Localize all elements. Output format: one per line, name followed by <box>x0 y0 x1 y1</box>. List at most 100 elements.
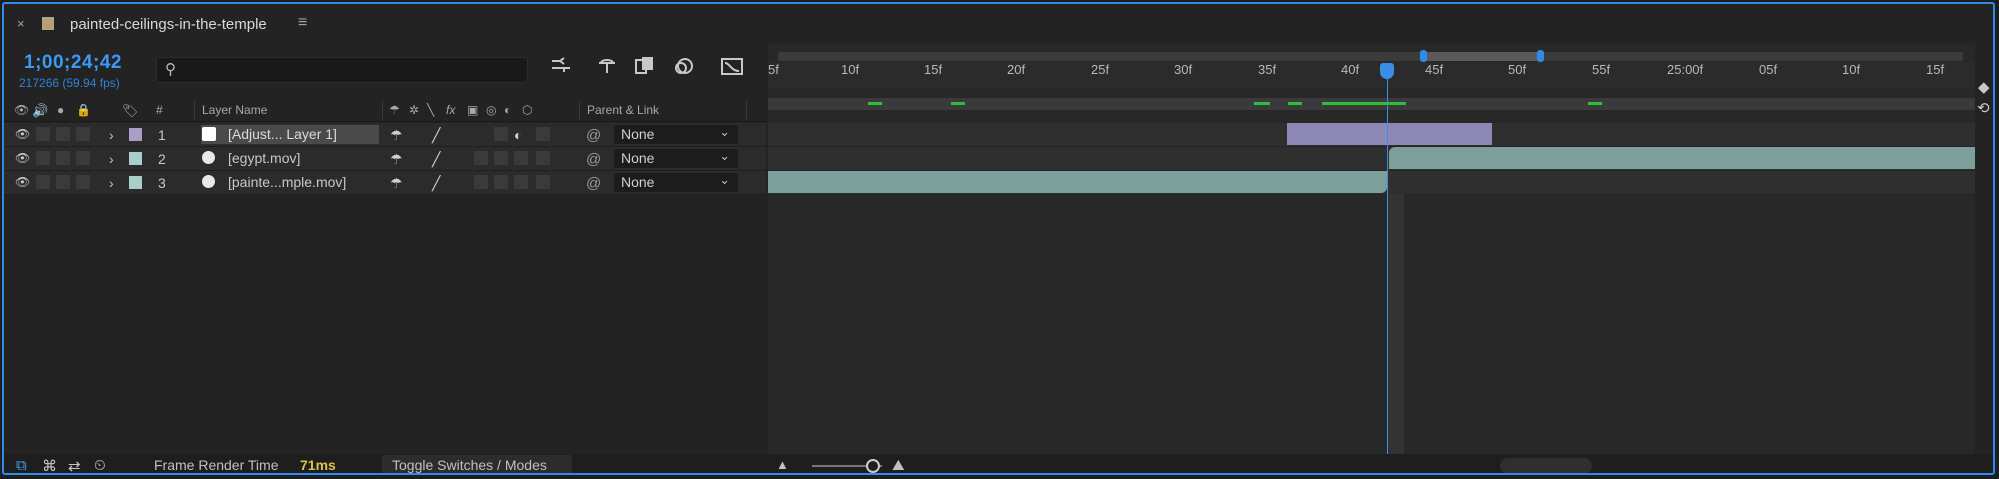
lock-switch[interactable] <box>76 175 90 189</box>
expand-chevron-icon[interactable]: › <box>109 151 114 167</box>
transfer-controls-toggle-icon[interactable]: ⌘ <box>42 457 57 473</box>
work-area-end-icon[interactable]: ⟲ <box>1977 99 1990 117</box>
frame-blend-switch[interactable] <box>494 151 508 165</box>
effects-switch-column-icon[interactable]: fx <box>446 103 455 117</box>
frame-blend-switch[interactable] <box>494 127 508 141</box>
layer-duration-bar[interactable] <box>1287 123 1492 145</box>
panel-menu-icon[interactable]: ≡ <box>298 14 307 32</box>
parent-pickwhip-icon[interactable]: @ <box>586 175 601 192</box>
3d-switch[interactable] <box>536 151 550 165</box>
adjustment-switch-icon[interactable]: ◐ <box>514 127 522 143</box>
timeline-track-row[interactable] <box>768 171 1975 195</box>
layer-switches-toggle-icon[interactable]: ⧉ <box>16 457 27 473</box>
label-color-swatch[interactable] <box>129 152 142 165</box>
shy-switch-icon[interactable]: ☂ <box>390 175 403 192</box>
parent-pickwhip-icon[interactable]: @ <box>586 127 601 144</box>
shy-switch-icon[interactable]: ☂ <box>390 151 403 168</box>
motion-blur-switch[interactable] <box>514 151 528 165</box>
composition-tab-title[interactable]: painted-ceilings-in-the-temple <box>70 16 267 33</box>
adjustment-layer-column-icon[interactable]: ◐ <box>504 103 511 117</box>
solo-switch[interactable] <box>56 175 70 189</box>
in-out-toggle-icon[interactable]: ⇄ <box>68 457 81 473</box>
time-ruler[interactable]: 5f 10f 15f 20f 25f 30f 35f 40f 45f 50f 5… <box>768 62 1975 88</box>
visibility-eye-icon[interactable]: 👁 <box>15 175 30 189</box>
visibility-column-icon[interactable]: 👁 <box>14 103 29 117</box>
layer-duration-bar[interactable] <box>768 171 1387 193</box>
draft-3d-icon[interactable] <box>596 56 618 81</box>
effects-switch[interactable] <box>474 151 488 165</box>
quality-switch-column-icon[interactable]: ╲ <box>427 103 434 117</box>
parent-link-column[interactable]: Parent & Link <box>587 103 659 117</box>
shy-switch-icon[interactable]: ☂ <box>390 127 403 144</box>
label-column-icon[interactable]: 🏷 <box>122 103 139 119</box>
motion-blur-switch[interactable] <box>514 175 528 189</box>
audio-switch[interactable] <box>36 151 50 165</box>
timeline-track-row[interactable] <box>768 123 1975 147</box>
zoom-slider-handle[interactable] <box>866 459 880 473</box>
quality-switch-icon[interactable]: ╱ <box>432 127 440 144</box>
audio-switch[interactable] <box>36 175 50 189</box>
layer-row[interactable]: 👁 › 1 [Adjust... Layer 1] ☂ ╱ ◐ @ None ⌄ <box>4 123 766 147</box>
parent-pickwhip-icon[interactable]: @ <box>586 151 601 168</box>
audio-column-icon[interactable]: 🔊 <box>32 103 48 119</box>
solo-switch[interactable] <box>56 151 70 165</box>
collapse-switch-column-icon[interactable]: ✲ <box>409 103 419 117</box>
frame-blend-column-icon[interactable]: ▣ <box>467 103 478 117</box>
current-time-display[interactable]: 1;00;24;42 <box>24 52 122 74</box>
effects-switch[interactable] <box>474 175 488 189</box>
motion-blur-column-icon[interactable]: ◎ <box>486 103 496 117</box>
current-time-indicator-head[interactable] <box>1380 63 1394 79</box>
composition-swatch-icon <box>42 17 54 30</box>
parent-select[interactable]: None ⌄ <box>614 124 738 144</box>
timeline-track-row[interactable] <box>768 147 1975 171</box>
audio-switch[interactable] <box>36 127 50 141</box>
visibility-eye-icon[interactable]: 👁 <box>15 151 30 165</box>
timeline-graph-area[interactable]: 5f 10f 15f 20f 25f 30f 35f 40f 45f 50f 5… <box>768 44 1975 456</box>
composition-flowchart-icon[interactable] <box>550 56 572 79</box>
time-navigator-end-handle[interactable] <box>1537 50 1544 62</box>
label-color-swatch[interactable] <box>129 176 142 189</box>
zoom-in-icon[interactable]: ⛰ <box>892 457 905 473</box>
3d-layer-column-icon[interactable]: ⬡ <box>522 103 532 117</box>
frame-blending-icon[interactable] <box>634 56 656 81</box>
layer-name[interactable]: [egypt.mov] <box>201 149 379 168</box>
layer-row[interactable]: 👁 › 3 [painte...mple.mov] ☂ ╱ @ None ⌄ <box>4 171 766 195</box>
toggle-switches-modes-button[interactable]: Toggle Switches / Modes <box>382 455 572 473</box>
3d-switch[interactable] <box>536 175 550 189</box>
lock-column-icon[interactable]: 🔒 <box>76 103 91 117</box>
shy-switch-column-icon[interactable]: ☂ <box>389 103 400 117</box>
solo-switch[interactable] <box>56 127 70 141</box>
current-time-indicator-line[interactable] <box>1387 64 1388 456</box>
graph-editor-icon[interactable] <box>720 56 744 81</box>
motion-blur-icon[interactable] <box>673 56 695 81</box>
zoom-out-icon[interactable]: ▲ <box>776 457 789 472</box>
lock-switch[interactable] <box>76 127 90 141</box>
layer-name-column[interactable]: Layer Name <box>202 103 267 117</box>
visibility-eye-icon[interactable]: 👁 <box>15 127 30 141</box>
label-color-swatch[interactable] <box>129 128 142 141</box>
layer-name[interactable]: [Adjust... Layer 1] <box>201 125 379 144</box>
render-time-toggle-icon[interactable]: ⏲ <box>94 457 106 473</box>
layer-column-header: 👁 🔊 ● 🔒 🏷 # Layer Name ☂ ✲ ╲ fx ▣ ◎ ◐ ⬡ … <box>4 99 766 122</box>
lock-switch[interactable] <box>76 151 90 165</box>
frame-blend-switch[interactable] <box>494 175 508 189</box>
layer-duration-bar[interactable] <box>1389 147 1975 169</box>
layer-number-column: # <box>156 103 163 117</box>
layer-name[interactable]: [painte...mple.mov] <box>201 173 379 192</box>
timeline-horizontal-scrollbar[interactable] <box>1500 458 1592 473</box>
comp-marker-bin-icon[interactable]: ◆ <box>1978 78 1990 96</box>
layer-row[interactable]: 👁 › 2 [egypt.mov] ☂ ╱ @ None ⌄ <box>4 147 766 171</box>
time-navigator[interactable] <box>778 52 1963 61</box>
solo-column-icon[interactable]: ● <box>57 103 64 117</box>
time-navigator-range[interactable] <box>1424 52 1539 61</box>
3d-switch[interactable] <box>536 127 550 141</box>
parent-select[interactable]: None ⌄ <box>614 148 738 168</box>
expand-chevron-icon[interactable]: › <box>109 175 114 191</box>
quality-switch-icon[interactable]: ╱ <box>432 151 440 168</box>
quality-switch-icon[interactable]: ╱ <box>432 175 440 192</box>
parent-select[interactable]: None ⌄ <box>614 172 738 192</box>
expand-chevron-icon[interactable]: › <box>109 127 114 143</box>
layer-search-input[interactable]: ⚲ <box>156 57 528 83</box>
time-navigator-start-handle[interactable] <box>1420 50 1427 62</box>
close-tab-icon[interactable]: × <box>17 16 25 31</box>
